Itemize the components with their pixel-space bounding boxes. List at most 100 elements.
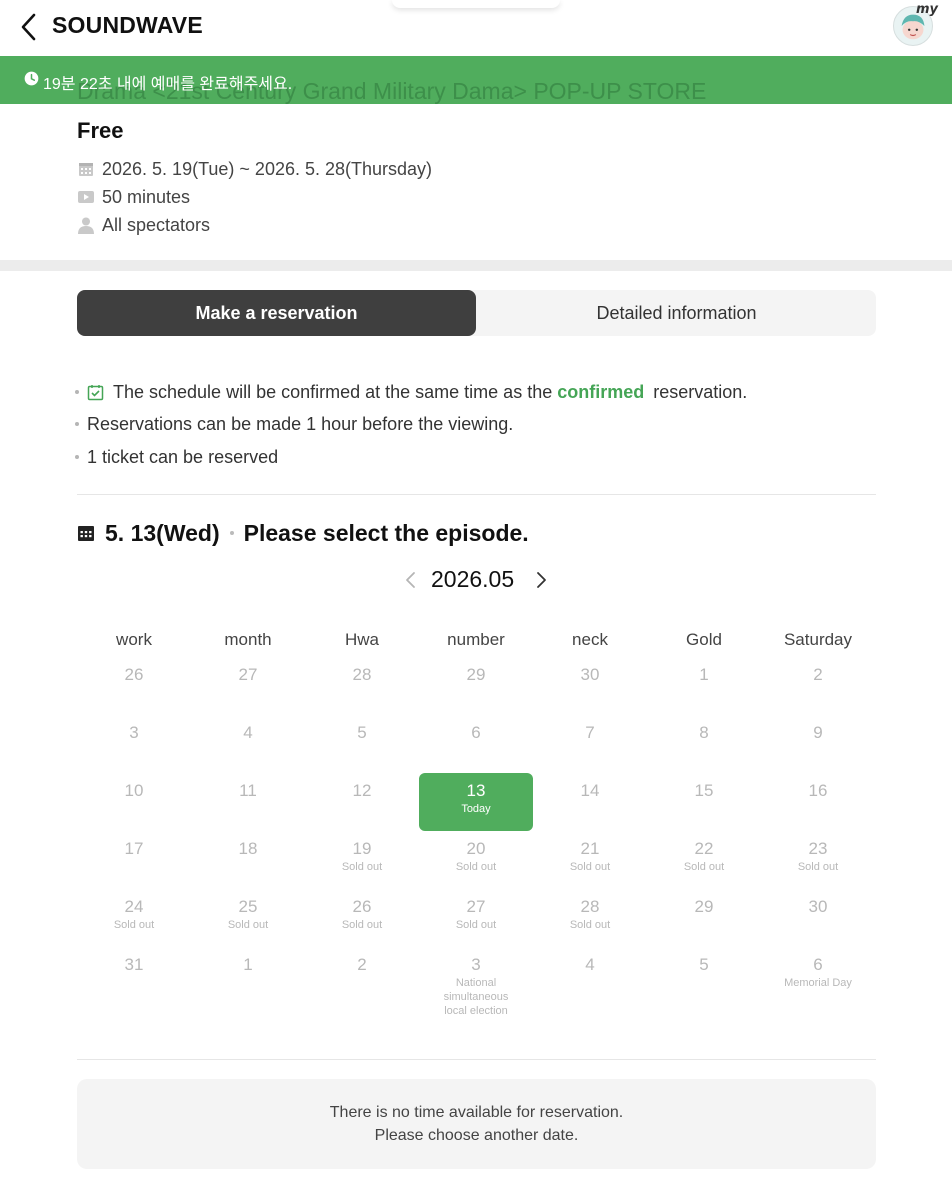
calendar-day[interactable]: 25 Sold out: [191, 889, 305, 947]
calendar-day[interactable]: 27 Sold out: [419, 889, 533, 947]
calendar-day[interactable]: 23 Sold out: [761, 831, 875, 889]
day-status: Sold out: [569, 861, 611, 873]
calendar-day[interactable]: 15: [647, 773, 761, 831]
chevron-left-icon[interactable]: [14, 10, 44, 44]
calendar-day[interactable]: 28 Sold out: [533, 889, 647, 947]
calendar-day[interactable]: 20 Sold out: [419, 831, 533, 889]
day-number: 3: [471, 955, 481, 974]
weekday-header: Hwa: [344, 630, 379, 649]
day-number: 11: [239, 781, 257, 800]
calendar-day[interactable]: 6 Memorial Day: [761, 947, 875, 1005]
calendar-day-selected[interactable]: 13 Today: [419, 773, 533, 831]
calendar-day[interactable]: 11: [191, 773, 305, 831]
calendar-day[interactable]: 24 Sold out: [77, 889, 191, 947]
tab-detailed-information[interactable]: Detailed information: [477, 290, 876, 336]
notice-text: Reservations can be made 1 hour before t…: [87, 413, 514, 434]
calendar-day[interactable]: 26 Sold out: [305, 889, 419, 947]
app-header: SOUNDWAVE my: [0, 0, 952, 56]
section-divider: [0, 260, 952, 271]
day-number: 10: [124, 781, 144, 800]
calendar-day[interactable]: 18: [191, 831, 305, 889]
calendar-icon: [78, 526, 94, 541]
calendar-day[interactable]: 29: [419, 657, 533, 715]
tab-make-reservation[interactable]: Make a reservation: [77, 290, 476, 336]
month-navigator: 2026.05: [402, 564, 552, 596]
day-number: 30: [580, 665, 600, 684]
event-audience: All spectators: [102, 214, 211, 235]
calendar-day[interactable]: 19 Sold out: [305, 831, 419, 889]
calendar-day[interactable]: 21 Sold out: [533, 831, 647, 889]
calendar-day[interactable]: 2: [305, 947, 419, 1005]
calendar-day[interactable]: 26: [77, 657, 191, 715]
calendar-day[interactable]: 5: [647, 947, 761, 1005]
calendar-day[interactable]: 31: [77, 947, 191, 1005]
day-number: 26: [352, 897, 372, 916]
calendar-day[interactable]: 6: [419, 715, 533, 773]
calendar-day[interactable]: 2: [761, 657, 875, 715]
weekday-header: Gold: [686, 630, 722, 649]
day-status: Sold out: [113, 919, 155, 931]
day-status: Sold out: [683, 861, 725, 873]
calendar-day[interactable]: 4: [191, 715, 305, 773]
calendar-day[interactable]: 10: [77, 773, 191, 831]
timer-banner: Drama <21st Century Grand Military Dama>…: [0, 56, 952, 104]
day-number: 29: [694, 897, 714, 916]
event-period: 2026. 5. 19(Tue) ~ 2026. 5. 28(Thursday): [102, 158, 433, 179]
day-status: Sold out: [455, 861, 497, 873]
calendar-day[interactable]: 12: [305, 773, 419, 831]
calendar-day[interactable]: 27: [191, 657, 305, 715]
chevron-right-icon[interactable]: [532, 571, 550, 589]
avatar-my-badge: my: [916, 2, 939, 17]
day-number: 19: [352, 839, 372, 858]
calendar-day[interactable]: 9: [761, 715, 875, 773]
chevron-left-icon[interactable]: [402, 571, 420, 589]
notice-highlight: confirmed: [557, 381, 645, 402]
day-number: 27: [466, 897, 486, 916]
calendar-day[interactable]: 7: [533, 715, 647, 773]
weekday-header: month: [224, 630, 272, 649]
calendar-day[interactable]: 5: [305, 715, 419, 773]
calendar-day[interactable]: 1: [191, 947, 305, 1005]
event-price: Free: [77, 118, 124, 143]
calendar-day[interactable]: 3 National simultaneous local election: [419, 947, 533, 1017]
divider-line: [77, 494, 876, 495]
day-number: 24: [124, 897, 144, 916]
calendar-day[interactable]: 4: [533, 947, 647, 1005]
calendar-day[interactable]: 28: [305, 657, 419, 715]
day-number: 31: [124, 955, 144, 974]
day-status: Sold out: [227, 919, 269, 931]
calendar-day[interactable]: 1: [647, 657, 761, 715]
calendar-day[interactable]: 8: [647, 715, 761, 773]
day-number: 1: [699, 665, 709, 684]
calendar-day[interactable]: 22 Sold out: [647, 831, 761, 889]
separator-dot: [229, 531, 234, 535]
calendar-day[interactable]: 16: [761, 773, 875, 831]
day-number: 13: [466, 781, 486, 800]
calendar-day[interactable]: 14: [533, 773, 647, 831]
divider-line: [77, 1059, 876, 1060]
notice-text: 1 ticket can be reserved: [87, 446, 279, 467]
event-duration: 50 minutes: [102, 186, 191, 207]
calendar-day[interactable]: 30: [761, 889, 875, 947]
clock-icon: [24, 71, 39, 86]
day-number: 18: [238, 839, 258, 858]
day-number: 29: [466, 665, 486, 684]
no-time-line-2: Please choose another date.: [374, 1127, 579, 1144]
day-number: 23: [808, 839, 828, 858]
notice-text-after: reservation.: [653, 381, 748, 402]
day-number: 2: [357, 955, 367, 974]
calendar-day[interactable]: 30: [533, 657, 647, 715]
day-number: 21: [580, 839, 600, 858]
day-number: 17: [124, 839, 144, 858]
day-number: 30: [808, 897, 828, 916]
reservation-tabs: Make a reservation Detailed information: [77, 290, 876, 336]
header-tab-shadow: [392, 0, 560, 8]
calendar-day[interactable]: 17: [77, 831, 191, 889]
calendar-day[interactable]: 29: [647, 889, 761, 947]
calendar-day[interactable]: 3: [77, 715, 191, 773]
no-time-message: There is no time available for reservati…: [77, 1079, 876, 1169]
calendar-check-icon: [87, 384, 104, 400]
play-icon: [78, 191, 94, 203]
day-status: Sold out: [341, 861, 383, 873]
bullet-dot: [75, 455, 79, 459]
